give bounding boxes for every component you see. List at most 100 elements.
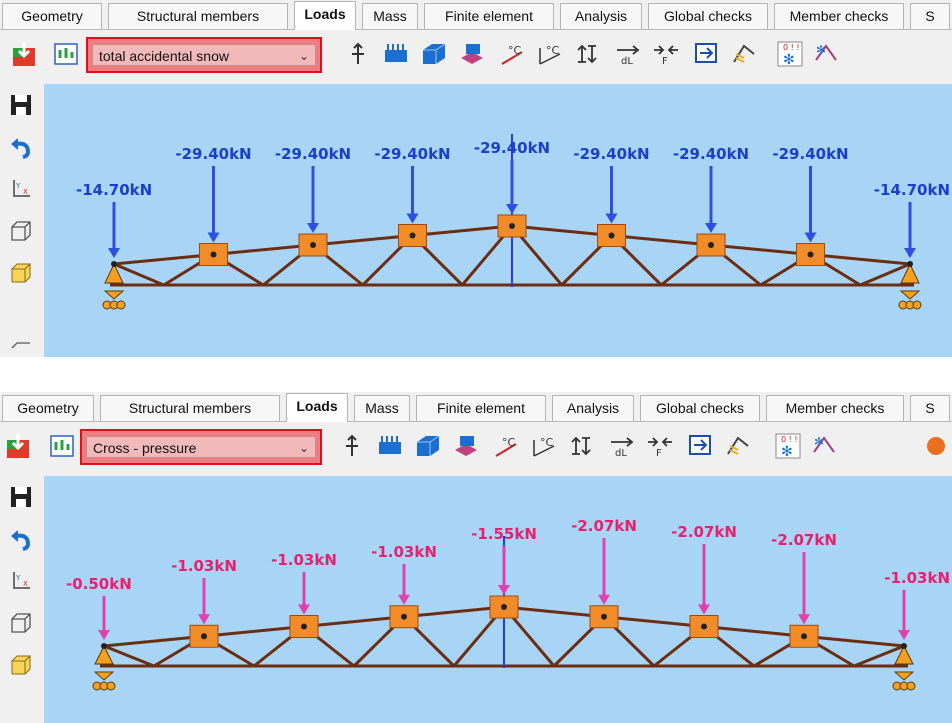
tab-loads[interactable]: Loads [286,393,348,422]
snow-load-icon[interactable]: 0 ! !✻ [774,432,802,460]
tab-loads[interactable]: Loads [294,1,356,30]
screenshot-panel-bottom: Geometry Structural members Loads Mass F… [0,392,952,723]
solid-view-icon[interactable] [8,652,34,678]
svg-text:°C: °C [546,44,560,57]
surface-load-icon[interactable] [420,40,448,68]
tab-structural-members[interactable]: Structural members [108,3,288,29]
load-label: -29.40kN [275,145,351,163]
axes-icon[interactable]: YX [8,176,34,202]
snow-load-icon[interactable]: 0 ! !✻ [776,40,804,68]
tab-geometry[interactable]: Geometry [2,3,102,29]
tab-member-checks[interactable]: Member checks [766,395,904,421]
tab-finite-element[interactable]: Finite element [424,3,554,29]
tab-member-checks[interactable]: Member checks [774,3,904,29]
svg-text:°C: °C [540,436,554,449]
truss-view[interactable]: -0.50kN -1.03kN -1.03kN -1.03kN -1.55kN -2.07… [44,476,952,723]
truss-node [101,643,107,649]
eccentricity-icon[interactable] [574,40,602,68]
node-load-icon[interactable] [338,432,366,460]
tab-structural-members[interactable]: Structural members [100,395,280,421]
prestress-icon[interactable]: F [646,432,674,460]
wind-load-icon[interactable] [730,40,758,68]
truss-node [509,223,515,229]
temperature-icon[interactable]: °C [498,40,526,68]
truss-node [111,261,117,267]
tab-more[interactable]: S [910,395,950,421]
loads-toolbar: Cross - pressure ⌄ °C °C dL F 0 ! ! ✻ ✻ [0,422,952,476]
model-canvas[interactable]: -14.70kN -29.40kN -29.40kN -29.40kN -29.40kN… [44,84,952,357]
truss-node [301,623,307,630]
prestress-icon[interactable]: F [652,40,680,68]
tab-mass[interactable]: Mass [354,395,410,421]
import-icon[interactable] [4,432,32,460]
surface-load-icon[interactable] [414,432,442,460]
tab-geometry[interactable]: Geometry [2,395,94,421]
load-label: -1.03kN [371,543,437,561]
more-tools-icon[interactable] [922,432,950,460]
wireframe-view-icon[interactable] [8,218,34,244]
load-label: -29.40kN [772,145,848,163]
load-label: -29.40kN [374,145,450,163]
partial-view-icon[interactable] [8,334,34,354]
svg-text:X: X [23,188,28,196]
temperature-gradient-icon[interactable]: °C [536,40,564,68]
load-case-select[interactable]: total accidental snow ⌄ [92,44,316,66]
ribbon-tabs: Geometry Structural members Loads Mass F… [0,392,952,422]
temperature-icon[interactable]: °C [492,432,520,460]
import-icon[interactable] [10,40,38,68]
load-label: -29.40kN [673,145,749,163]
solid-view-icon[interactable] [8,260,34,286]
load-case-dropdown[interactable]: Cross - pressure ⌄ [80,429,322,465]
chevron-down-icon[interactable]: ⌄ [299,437,309,459]
tab-finite-element[interactable]: Finite element [416,395,546,421]
model-canvas[interactable]: -0.50kN -1.03kN -1.03kN -1.03kN -1.55kN -2.07… [44,476,952,723]
save-icon[interactable] [8,92,34,118]
load-case-select[interactable]: Cross - pressure ⌄ [86,436,316,458]
elongation-icon[interactable]: dL [608,432,636,460]
truss-node [901,643,907,649]
load-panel-icon[interactable] [692,40,720,68]
chevron-down-icon[interactable]: ⌄ [299,45,309,67]
table-icon[interactable] [52,40,80,68]
eccentricity-icon[interactable] [568,432,596,460]
svg-text:F: F [662,56,668,67]
svg-text:✻: ✻ [814,435,824,449]
undo-icon[interactable] [8,526,34,552]
temperature-gradient-icon[interactable]: °C [530,432,558,460]
wind-snow-icon[interactable]: ✻ [812,40,840,68]
undo-icon[interactable] [8,134,34,160]
tab-analysis[interactable]: Analysis [560,3,642,29]
wind-snow-icon[interactable]: ✻ [810,432,838,460]
truss-node [907,261,913,267]
wind-load-icon[interactable] [724,432,752,460]
truss-view[interactable]: -14.70kN -29.40kN -29.40kN -29.40kN -29.40kN… [44,84,952,357]
truss-node [608,232,615,239]
member-load-icon[interactable] [452,432,480,460]
tab-analysis[interactable]: Analysis [552,395,634,421]
tab-global-checks[interactable]: Global checks [640,395,760,421]
truss-node [708,242,714,248]
load-case-dropdown[interactable]: total accidental snow ⌄ [86,37,322,73]
line-load-icon[interactable] [382,40,410,68]
line-load-icon[interactable] [376,432,404,460]
table-icon[interactable] [48,432,76,460]
save-icon[interactable] [8,484,34,510]
wireframe-view-icon[interactable] [8,610,34,636]
svg-text:✻: ✻ [816,43,826,57]
load-case-value: total accidental snow [99,48,229,64]
node-load-icon[interactable] [344,40,372,68]
member-load-icon[interactable] [458,40,486,68]
svg-text:Y: Y [15,182,21,190]
tab-global-checks[interactable]: Global checks [648,3,768,29]
truss-node [701,623,707,630]
load-label: -29.40kN [474,139,550,157]
axes-icon[interactable]: YX [8,568,34,594]
load-label: -1.03kN [271,551,337,569]
load-label: -1.03kN [884,569,950,587]
tab-more[interactable]: S [910,3,950,29]
load-panel-icon[interactable] [686,432,714,460]
tab-mass[interactable]: Mass [362,3,418,29]
elongation-icon[interactable]: dL [614,40,642,68]
svg-text:0 ! !: 0 ! ! [781,435,798,444]
load-label: -0.50kN [66,575,132,593]
